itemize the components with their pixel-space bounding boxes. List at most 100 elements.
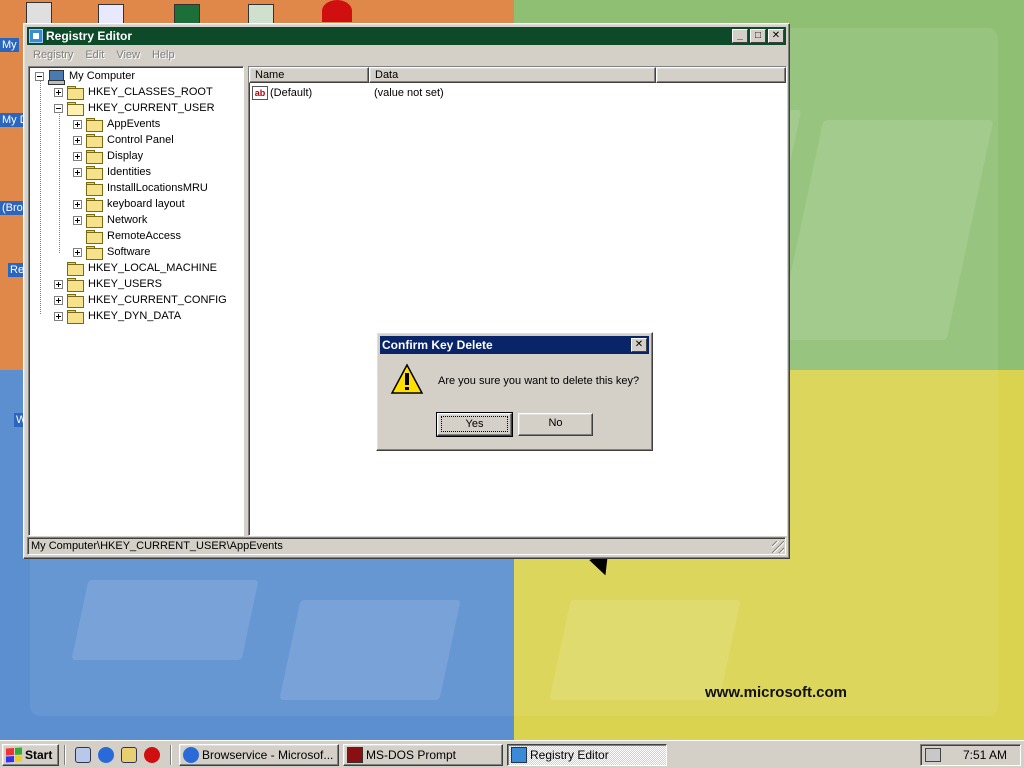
column-header-name[interactable]: Name xyxy=(249,67,369,83)
list-item[interactable]: ab (Default) (value not set) xyxy=(252,85,444,101)
menu-view[interactable]: View xyxy=(110,49,146,61)
computer-icon xyxy=(48,69,65,85)
yes-button[interactable]: Yes xyxy=(436,412,513,437)
tree-item[interactable]: HKEY_LOCAL_MACHINE xyxy=(54,260,219,276)
values-list-pane[interactable]: Name Data ab (Default) (value not set) xyxy=(248,66,787,536)
status-bar: My Computer\HKEY_CURRENT_USER\AppEvents xyxy=(27,537,786,555)
windows-logo-icon xyxy=(6,747,22,763)
desktop-icon-label[interactable]: My xyxy=(0,38,19,52)
task-button-registry-editor[interactable]: Registry Editor xyxy=(507,744,667,766)
tree-item-label: AppEvents xyxy=(107,118,161,130)
show-desktop-icon[interactable] xyxy=(75,747,91,763)
tree-item[interactable]: HKEY_CLASSES_ROOT xyxy=(54,84,215,100)
task-label: Browservice - Microsof... xyxy=(202,748,334,762)
string-value-icon: ab xyxy=(252,86,268,100)
expand-plus-icon[interactable] xyxy=(73,167,82,177)
folder-icon xyxy=(86,214,103,228)
expand-plus-icon[interactable] xyxy=(73,247,82,257)
tree-item-label: My Computer xyxy=(69,70,136,82)
clock[interactable]: 7:51 AM xyxy=(963,748,1007,762)
tree-item[interactable]: Software xyxy=(73,244,152,260)
registry-editor-window[interactable]: Registry Editor _ □ ✕ Registry Edit View… xyxy=(23,23,790,559)
desktop-icon-label[interactable]: (Bro xyxy=(0,201,25,215)
column-header-empty[interactable] xyxy=(656,67,786,83)
dialog-message: Are you sure you want to delete this key… xyxy=(438,375,640,387)
tree-item-label: Network xyxy=(107,214,148,226)
tree-item[interactable]: HKEY_CURRENT_USER xyxy=(54,100,217,116)
resize-grip-icon[interactable] xyxy=(772,541,784,553)
expand-plus-icon[interactable] xyxy=(73,199,82,209)
value-name: (Default) xyxy=(270,87,313,99)
folder-icon xyxy=(86,182,103,196)
folder-icon xyxy=(67,262,84,276)
confirm-key-delete-dialog[interactable]: Confirm Key Delete ✕ Are you sure you wa… xyxy=(376,332,653,451)
warning-icon xyxy=(390,363,424,394)
tree-item[interactable]: Identities xyxy=(73,164,153,180)
tree-item-label: HKEY_LOCAL_MACHINE xyxy=(88,262,217,274)
outlook-express-icon[interactable] xyxy=(121,747,137,763)
tree-item[interactable]: keyboard layout xyxy=(73,196,187,212)
folder-icon xyxy=(67,310,84,324)
expand-plus-icon[interactable] xyxy=(73,135,82,145)
no-button-label: No xyxy=(548,417,563,429)
tree-item-label: HKEY_USERS xyxy=(88,278,162,290)
tree-item[interactable]: HKEY_USERS xyxy=(54,276,164,292)
tree-item[interactable]: InstallLocationsMRU xyxy=(73,180,210,196)
expand-plus-icon[interactable] xyxy=(73,215,82,225)
tree-item[interactable]: AppEvents xyxy=(73,116,162,132)
expand-plus-icon[interactable] xyxy=(73,151,82,161)
expand-plus-icon[interactable] xyxy=(73,119,82,129)
expand-plus-icon[interactable] xyxy=(54,295,63,305)
collapse-minus-icon[interactable] xyxy=(35,71,44,81)
folder-icon xyxy=(86,166,103,180)
tree-item[interactable]: Network xyxy=(73,212,149,228)
column-header-data[interactable]: Data xyxy=(369,67,656,83)
collapse-minus-icon[interactable] xyxy=(54,103,63,113)
tree-item[interactable]: My Computer xyxy=(35,68,137,85)
internet-explorer-icon[interactable] xyxy=(98,747,114,763)
my-computer-desktop-icon[interactable] xyxy=(26,2,52,24)
tree-item[interactable]: HKEY_CURRENT_CONFIG xyxy=(54,292,229,308)
dialog-titlebar[interactable]: Confirm Key Delete xyxy=(380,336,649,354)
tree-item-label: HKEY_CURRENT_USER xyxy=(88,102,215,114)
folder-icon xyxy=(86,150,103,164)
start-button[interactable]: Start xyxy=(2,744,59,766)
folder-icon xyxy=(86,198,103,212)
internet-explorer-icon xyxy=(183,747,199,763)
expand-plus-icon[interactable] xyxy=(54,279,63,289)
tree-item[interactable]: HKEY_DYN_DATA xyxy=(54,308,183,324)
close-button[interactable]: ✕ xyxy=(768,29,784,43)
taskbar-separator xyxy=(64,745,66,765)
tree-item-label: Software xyxy=(107,246,151,258)
window-titlebar[interactable]: Registry Editor _ □ ✕ xyxy=(27,27,786,45)
expand-plus-icon[interactable] xyxy=(54,311,63,321)
maximize-button[interactable]: □ xyxy=(750,29,766,43)
scheduler-tray-icon[interactable] xyxy=(925,748,941,762)
tree-item[interactable]: Control Panel xyxy=(73,132,176,148)
opera-icon[interactable] xyxy=(144,747,160,763)
menu-registry[interactable]: Registry xyxy=(27,49,79,61)
tree-item[interactable]: RemoteAccess xyxy=(73,228,183,244)
tree-item-label: Control Panel xyxy=(107,134,174,146)
tree-item[interactable]: Display xyxy=(73,148,145,164)
minimize-button[interactable]: _ xyxy=(732,29,748,43)
task-button-browservice[interactable]: Browservice - Microsof... xyxy=(179,744,339,766)
menu-help[interactable]: Help xyxy=(146,49,181,61)
tree-item-label: Identities xyxy=(107,166,152,178)
task-label: MS-DOS Prompt xyxy=(366,748,457,762)
status-path: My Computer\HKEY_CURRENT_USER\AppEvents xyxy=(31,540,283,552)
wallpaper-website-text: www.microsoft.com xyxy=(705,684,847,701)
expand-plus-icon[interactable] xyxy=(54,87,63,97)
opera-desktop-icon[interactable] xyxy=(322,0,352,22)
tree-item-label: RemoteAccess xyxy=(107,230,181,242)
tree-item-label: HKEY_DYN_DATA xyxy=(88,310,182,322)
folder-icon xyxy=(67,278,84,292)
task-button-msdos[interactable]: MS-DOS Prompt xyxy=(343,744,503,766)
folder-icon xyxy=(86,230,103,244)
no-button[interactable]: No xyxy=(518,413,593,436)
menu-edit[interactable]: Edit xyxy=(79,49,110,61)
dialog-close-button[interactable]: ✕ xyxy=(631,338,647,352)
yes-button-label: Yes xyxy=(440,416,509,432)
menu-bar: Registry Edit View Help xyxy=(27,46,786,64)
key-tree-pane[interactable]: My Computer HKEY_CLASSES_ROOT HKEY_CURRENT… xyxy=(28,66,244,536)
